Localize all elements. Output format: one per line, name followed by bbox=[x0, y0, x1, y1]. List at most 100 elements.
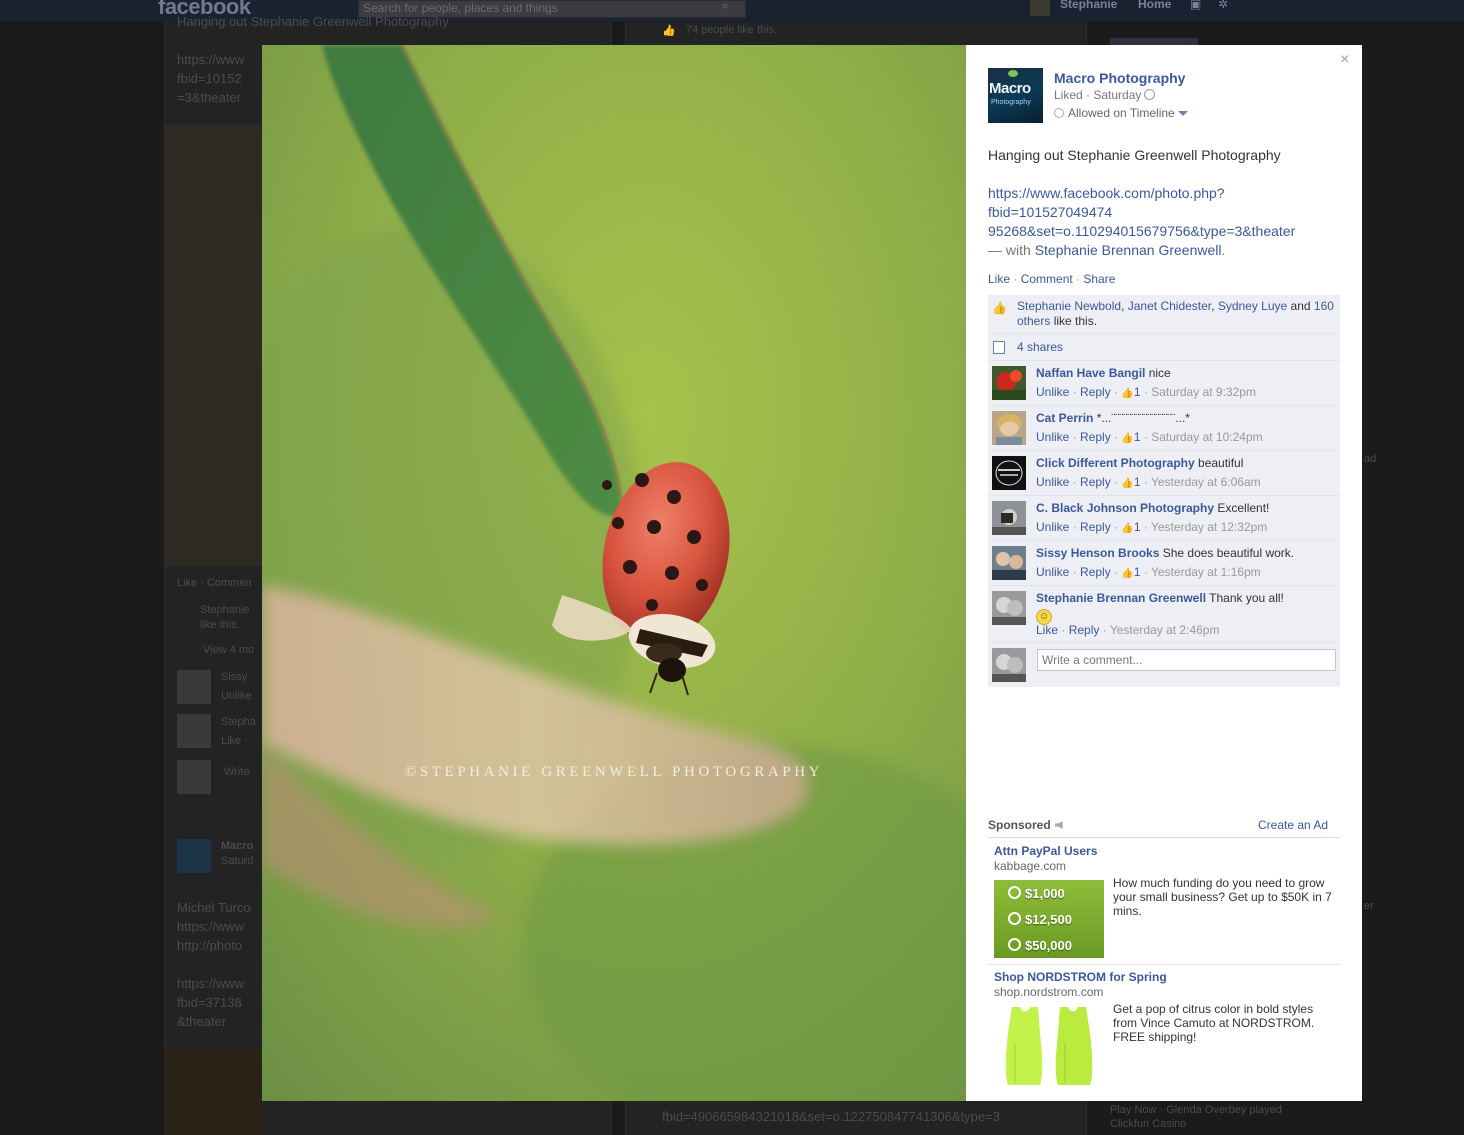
shares-summary[interactable]: 4 shares bbox=[988, 334, 1340, 361]
ad-title-link[interactable]: Shop NORDSTROM for Spring bbox=[994, 970, 1167, 984]
unlike-button[interactable]: Unlike bbox=[1036, 565, 1069, 579]
coin-icon bbox=[1008, 886, 1021, 899]
amount-text: $1,000 bbox=[1025, 886, 1065, 901]
background-commenter: Stepha bbox=[221, 716, 256, 728]
comment: Sissy Henson Brooks She does beautiful w… bbox=[988, 541, 1340, 586]
thumbs-up-icon: 👍 bbox=[1121, 388, 1134, 399]
comment-meta: Like · Reply · Yesterday at 2:46pm bbox=[1036, 623, 1220, 637]
share-button[interactable]: Share bbox=[1083, 272, 1115, 286]
comment-text: nice bbox=[1145, 366, 1171, 380]
ad-domain: shop.nordstrom.com bbox=[994, 985, 1104, 999]
comment-button[interactable]: Comment bbox=[1021, 272, 1073, 286]
page-avatar[interactable]: Macro Photography bbox=[988, 68, 1043, 123]
comment-time[interactable]: Yesterday at 6:06am bbox=[1151, 475, 1261, 489]
background-link-3: =3&theater bbox=[177, 90, 241, 105]
create-ad-link[interactable]: Create an Ad bbox=[1258, 818, 1328, 832]
circle-icon bbox=[1054, 108, 1064, 118]
ad-image[interactable]: $1,000 $12,500 $50,000 bbox=[994, 880, 1104, 958]
background-like-this: like this. bbox=[200, 619, 240, 631]
avatar bbox=[177, 760, 211, 794]
commenter-name[interactable]: Naffan Have Bangil bbox=[1036, 366, 1145, 380]
liked-saturday[interactable]: Liked · Saturday bbox=[1054, 88, 1141, 102]
home-link[interactable]: Home bbox=[1138, 0, 1171, 11]
comment-meta: Unlike · Reply · 👍1 · Yesterday at 12:32… bbox=[1036, 520, 1268, 534]
caption-text: Hanging out Stephanie Greenwell Photogra… bbox=[988, 147, 1281, 163]
background-actions: Like · Commen bbox=[177, 577, 252, 589]
liker-link[interactable]: Janet Chidester bbox=[1128, 299, 1211, 313]
thumbs-up-icon: 👍 bbox=[1121, 433, 1134, 444]
avatar[interactable] bbox=[992, 366, 1026, 400]
comment-like-count[interactable]: 1 bbox=[1134, 475, 1141, 489]
gear-icon[interactable]: ✲ bbox=[1218, 0, 1228, 11]
reply-button[interactable]: Reply bbox=[1080, 430, 1111, 444]
comment-like-count[interactable]: 1 bbox=[1134, 565, 1141, 579]
comment: C. Black Johnson Photography Excellent! … bbox=[988, 496, 1340, 541]
commenter-name[interactable]: Click Different Photography bbox=[1036, 456, 1195, 470]
like-comment-button[interactable]: Like bbox=[1036, 623, 1058, 637]
comment-time[interactable]: Saturday at 10:24pm bbox=[1151, 430, 1262, 444]
amount-text: $50,000 bbox=[1025, 938, 1072, 953]
ladybug-photo bbox=[262, 45, 966, 1101]
ad-body[interactable]: How much funding do you need to grow you… bbox=[1113, 876, 1335, 918]
commenter-name[interactable]: Stephanie Brennan Greenwell bbox=[1036, 591, 1206, 605]
liker-link[interactable]: Stephanie Newbold bbox=[1017, 299, 1121, 313]
close-icon[interactable]: × bbox=[1340, 51, 1349, 69]
unlike-button[interactable]: Unlike bbox=[1036, 430, 1069, 444]
ad-image[interactable] bbox=[994, 1003, 1104, 1087]
comment-like-count[interactable]: 1 bbox=[1134, 520, 1141, 534]
avatar[interactable] bbox=[992, 456, 1026, 490]
comment: Naffan Have Bangil nice Unlike · Reply ·… bbox=[988, 361, 1340, 406]
comment-like-count[interactable]: 1 bbox=[1134, 385, 1141, 399]
megaphone-icon bbox=[1054, 821, 1063, 829]
comment-meta: Unlike · Reply · 👍1 · Saturday at 9:32pm bbox=[1036, 385, 1256, 399]
globe-icon bbox=[1144, 89, 1156, 100]
unlike-button[interactable]: Unlike bbox=[1036, 385, 1069, 399]
page-name-link[interactable]: Macro Photography bbox=[1054, 70, 1185, 86]
comment: Click Different Photography beautiful Un… bbox=[988, 451, 1340, 496]
friend-requests-icon[interactable]: ▣ bbox=[1190, 0, 1201, 11]
tagged-user-link[interactable]: Stephanie Brennan Greenwell bbox=[1035, 242, 1222, 258]
reply-button[interactable]: Reply bbox=[1080, 385, 1111, 399]
reply-button[interactable]: Reply bbox=[1080, 565, 1111, 579]
thumb-icon: 👍 bbox=[662, 25, 676, 37]
avatar[interactable] bbox=[992, 591, 1026, 625]
background-comment-action: Unlike bbox=[221, 690, 252, 702]
background-post2-line: http://photo bbox=[177, 938, 243, 953]
search-icon[interactable]: ⌕ bbox=[722, 0, 728, 13]
comment-time[interactable]: Saturday at 9:32pm bbox=[1151, 385, 1256, 399]
comment-like-count[interactable]: 1 bbox=[1134, 430, 1141, 444]
background-post2-line: &theater bbox=[177, 1014, 227, 1029]
comment-time[interactable]: Yesterday at 1:16pm bbox=[1151, 565, 1261, 579]
reply-button[interactable]: Reply bbox=[1080, 520, 1111, 534]
ad-title-link[interactable]: Attn PayPal Users bbox=[994, 844, 1097, 858]
comment-text: Excellent! bbox=[1214, 501, 1270, 515]
ad-body[interactable]: Get a pop of citrus color in bold styles… bbox=[1113, 1002, 1335, 1044]
avatar[interactable] bbox=[992, 546, 1026, 580]
timeline-selector[interactable]: Allowed on Timeline bbox=[1054, 106, 1188, 120]
profile-link[interactable]: Stephanie bbox=[1060, 0, 1117, 11]
comment-input[interactable]: Write a comment... bbox=[1037, 649, 1336, 671]
commenter-name[interactable]: C. Black Johnson Photography bbox=[1036, 501, 1214, 515]
photo-viewer[interactable]: ©STEPHANIE GREENWELL PHOTOGRAPHY bbox=[262, 45, 966, 1101]
avatar[interactable] bbox=[1030, 0, 1050, 16]
amount-badge: $12,500 bbox=[1008, 912, 1072, 927]
comment-time[interactable]: Yesterday at 2:46pm bbox=[1110, 623, 1220, 637]
reply-button[interactable]: Reply bbox=[1080, 475, 1111, 489]
avatar[interactable] bbox=[992, 501, 1026, 535]
commenter-name[interactable]: Cat Perrin bbox=[1036, 411, 1093, 425]
post-link-line[interactable]: 95268&set=o.110294015679756&type=3&theat… bbox=[988, 222, 1348, 241]
unlike-button[interactable]: Unlike bbox=[1036, 475, 1069, 489]
comment-time[interactable]: Yesterday at 12:32pm bbox=[1151, 520, 1267, 534]
post-link-line[interactable]: https://www.facebook.com/photo.php? bbox=[988, 184, 1348, 203]
post-link-line[interactable]: fbid=101527049474 bbox=[988, 203, 1348, 222]
unlike-button[interactable]: Unlike bbox=[1036, 520, 1069, 534]
commenter-name[interactable]: Sissy Henson Brooks bbox=[1036, 546, 1159, 560]
reply-button[interactable]: Reply bbox=[1069, 623, 1100, 637]
avatar[interactable] bbox=[992, 411, 1026, 445]
liker-link[interactable]: Sydney Luye bbox=[1218, 299, 1287, 313]
background-likes: 74 people like this. bbox=[686, 24, 778, 36]
leaf-icon bbox=[1008, 70, 1018, 77]
background-ticker: Play Now · Glenda Overbey played bbox=[1110, 1104, 1282, 1116]
shares-link[interactable]: 4 shares bbox=[1017, 340, 1063, 354]
like-button[interactable]: Like bbox=[988, 272, 1010, 286]
